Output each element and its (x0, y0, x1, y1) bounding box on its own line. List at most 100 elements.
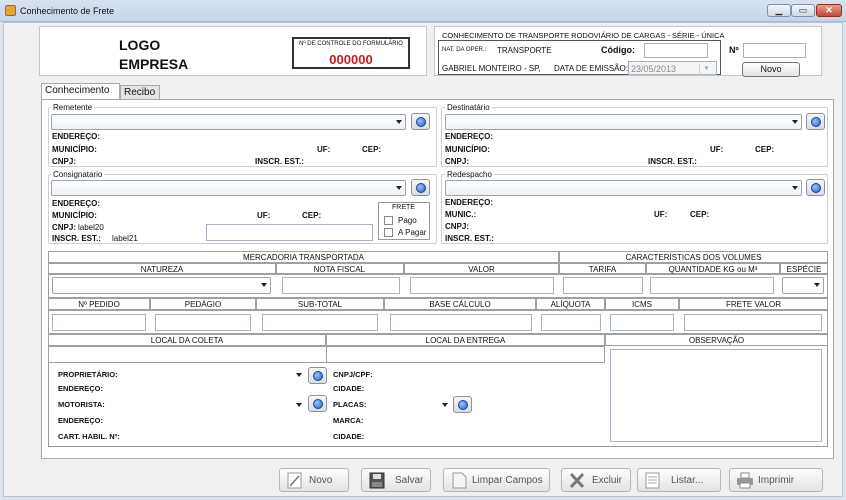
motorista-refresh-button[interactable] (308, 395, 327, 412)
numero-input[interactable] (743, 43, 806, 58)
redespacho-combo[interactable] (445, 180, 802, 196)
redespacho-uf: UF: (654, 210, 668, 219)
consignatario-cep: CEP: (302, 211, 322, 220)
remetente-cnpj: CNPJ: (52, 157, 77, 166)
tab-recibo-label: Recibo (124, 87, 156, 98)
frete-valor-input[interactable] (684, 314, 822, 331)
subtotal-header: SUB-TOTAL (256, 298, 384, 310)
endereco-label: ENDEREÇO: (58, 384, 104, 393)
consignatario-inscr: INSCR. EST.: (52, 234, 101, 243)
natureza-combo[interactable] (52, 277, 271, 294)
refresh-icon (313, 399, 323, 409)
data-emissao-value: 23/05/2013 (631, 64, 677, 74)
header-novo-button[interactable]: Novo (742, 62, 800, 77)
remetente-inscr: INSCR. EST.: (255, 157, 304, 166)
consignatario-refresh-button[interactable] (411, 179, 430, 196)
marca-label: MARCA: (333, 416, 364, 425)
app-icon (5, 5, 16, 16)
aliquota-input[interactable] (541, 314, 601, 331)
consignatario-cnpj: CNPJ: (52, 223, 77, 232)
motorista-dropdown[interactable] (295, 400, 304, 410)
destinatario-endereco: ENDEREÇO: (445, 132, 494, 141)
redespacho-refresh-button[interactable] (806, 179, 825, 196)
refresh-icon (313, 371, 323, 381)
consignatario-combo[interactable] (51, 180, 406, 196)
proprietario-refresh-button[interactable] (308, 367, 327, 384)
salvar-button[interactable]: Salvar (361, 468, 431, 492)
placas-refresh-button[interactable] (453, 396, 472, 413)
consignatario-extra-input[interactable] (206, 224, 373, 241)
tab-recibo[interactable]: Recibo (120, 85, 160, 100)
remetente-refresh-button[interactable] (411, 113, 430, 130)
placas-dropdown[interactable] (441, 400, 450, 410)
header-logo-panel: LOGO EMPRESA Nº DE CONTROLE DO FORMULÁRI… (39, 26, 427, 76)
nota-input[interactable] (282, 277, 400, 294)
consignatario-endereco: ENDEREÇO: (52, 199, 101, 208)
pedido-input[interactable] (52, 314, 146, 331)
especie-combo[interactable] (782, 277, 824, 294)
destinatario-cep: CEP: (755, 145, 775, 154)
novo-button[interactable]: Novo (279, 468, 349, 492)
remetente-municipio: MUNICÍPIO: (52, 145, 97, 154)
remetente-combo[interactable] (51, 114, 406, 130)
codigo-input[interactable] (644, 43, 708, 58)
excluir-button[interactable]: Excluir (561, 468, 631, 492)
quantidade-input[interactable] (650, 277, 774, 294)
pago-checkbox[interactable] (384, 216, 393, 225)
listar-button[interactable]: Listar... (637, 468, 721, 492)
pedagio-header: PEDÁGIO (150, 298, 256, 310)
limpar-campos-button[interactable]: Limpar Campos (443, 468, 550, 492)
refresh-icon (458, 400, 468, 410)
icms-header: ICMS (605, 298, 679, 310)
remetente-endereco: ENDEREÇO: (52, 132, 101, 141)
new-document-icon (286, 472, 304, 489)
nat-value: TRANSPORTE (497, 46, 552, 55)
consignatario-cnpj-value: label20 (78, 223, 104, 232)
cidade-label: CIDADE: (333, 384, 365, 393)
proprietario-dropdown[interactable] (295, 370, 304, 380)
quantidade-header: QUANTIDADE KG ou M³ (646, 263, 780, 274)
valor-input[interactable] (410, 277, 554, 294)
redespacho-cep: CEP: (690, 210, 710, 219)
numero-label: Nº (729, 45, 739, 55)
minimize-button[interactable]: ▁ (767, 4, 791, 17)
endereco2-label: ENDEREÇO: (58, 416, 104, 425)
remetente-cep: CEP: (362, 145, 382, 154)
maximize-button[interactable]: ▭ (791, 4, 815, 17)
base-input[interactable] (390, 314, 532, 331)
observacao-textarea[interactable] (610, 349, 822, 442)
data-emissao-picker[interactable]: 23/05/2013 ▾ (628, 61, 717, 75)
remetente-title: Remetente (51, 103, 95, 112)
destinatario-municipio: MUNICÍPIO: (445, 145, 490, 154)
excluir-label: Excluir (592, 475, 623, 486)
refresh-icon (811, 183, 821, 193)
tab-conhecimento[interactable]: Conhecimento (41, 83, 120, 100)
apagar-checkbox[interactable] (384, 228, 393, 237)
refresh-icon (811, 117, 821, 127)
redespacho-endereco: ENDEREÇO: (445, 198, 494, 207)
destinatario-title: Destinatário (445, 103, 492, 112)
redespacho-cnpj: CNPJ: (445, 222, 470, 231)
subtotal-input[interactable] (262, 314, 378, 331)
destinatario-refresh-button[interactable] (806, 113, 825, 130)
consignatario-uf: UF: (257, 211, 271, 220)
cnpj-cpf-label: CNPJ/CPF: (333, 370, 373, 379)
caract-title: CARACTERÍSTICAS DOS VOLUMES (559, 251, 828, 263)
window-title: Conhecimento de Frete (20, 6, 115, 16)
icms-input[interactable] (610, 314, 674, 331)
tarifa-input[interactable] (563, 277, 643, 294)
printer-icon (736, 472, 754, 489)
destinatario-combo[interactable] (445, 114, 802, 130)
consignatario-title: Consignatario (51, 170, 105, 179)
redespacho-title: Redespacho (445, 170, 494, 179)
refresh-icon (416, 117, 426, 127)
close-button[interactable]: ✕ (816, 4, 842, 17)
calendar-dropdown-icon[interactable]: ▾ (699, 64, 713, 73)
pedagio-input[interactable] (155, 314, 251, 331)
mercadoria-title: MERCADORIA TRANSPORTADA (48, 251, 559, 263)
clear-document-icon (450, 472, 468, 489)
frete-valor-header: FRETE VALOR (679, 298, 828, 310)
apagar-label: A Pagar (398, 228, 427, 237)
tab-conhecimento-label: Conhecimento (45, 85, 110, 96)
imprimir-button[interactable]: Imprimir (729, 468, 823, 492)
